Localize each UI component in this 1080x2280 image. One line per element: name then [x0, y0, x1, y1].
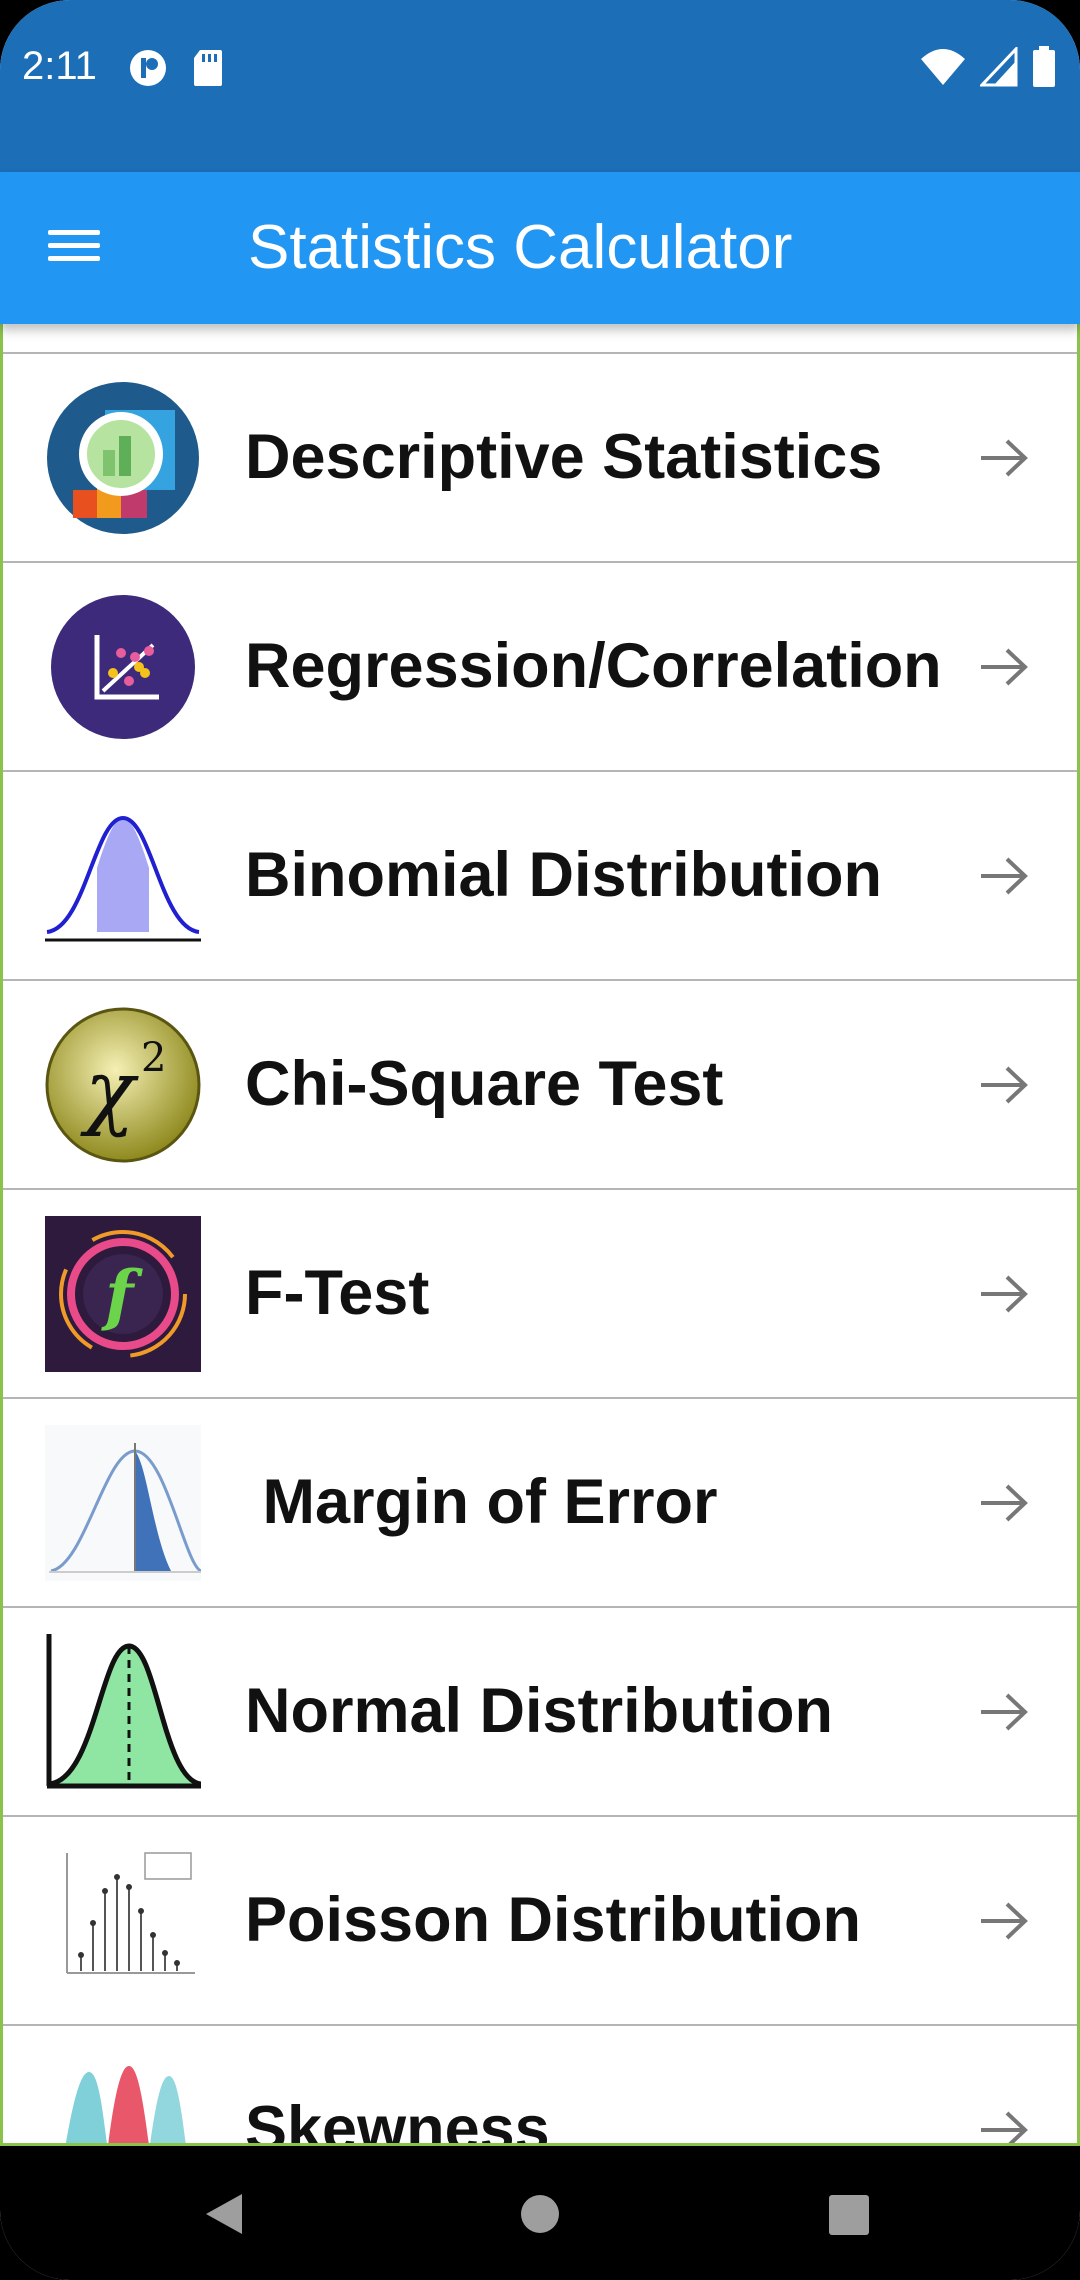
- arrow-right-icon: [981, 2111, 1028, 2143]
- notification-app-icon: [130, 50, 166, 86]
- calculator-list[interactable]: Descriptive Statistics Regression/Correl…: [0, 324, 1080, 2146]
- margin-of-error-icon: [45, 1425, 201, 1581]
- arrow-right-icon: [981, 1902, 1028, 1940]
- cell-signal-icon: [980, 47, 1018, 87]
- binomial-distribution-icon: [45, 815, 201, 942]
- phone-screen: 2:11 Statistics Calculator Descriptive S…: [0, 0, 1080, 2280]
- arrow-right-icon: [981, 439, 1028, 477]
- list-item-chi-square-test[interactable]: χ 2 Chi-Square Test: [3, 979, 1077, 1188]
- chi-square-icon: χ 2: [45, 1007, 201, 1163]
- svg-text:2: 2: [141, 1035, 166, 1081]
- wifi-icon: [921, 49, 965, 85]
- list-item-skewness[interactable]: Skewness: [3, 2024, 1077, 2146]
- list-item-binomial-distribution[interactable]: Binomial Distribution: [3, 770, 1077, 979]
- arrow-right-icon: [981, 648, 1028, 686]
- list-item-label: Chi-Square Test: [245, 1049, 724, 1119]
- list-item-label: Skewness: [245, 2094, 550, 2146]
- status-bar: 2:11: [0, 0, 1080, 172]
- status-time: 2:11: [22, 44, 97, 88]
- list-item-regression-correlation[interactable]: Regression/Correlation: [3, 561, 1077, 770]
- poisson-distribution-icon: [45, 1843, 201, 1999]
- hamburger-menu-icon[interactable]: [48, 222, 104, 274]
- list-item-label: F-Test: [245, 1258, 430, 1328]
- arrow-right-icon: [981, 1484, 1028, 1522]
- descriptive-statistics-icon: [47, 382, 199, 534]
- skewness-icon: [66, 2066, 186, 2143]
- arrow-right-icon: [981, 1066, 1028, 1104]
- page-title: Statistics Calculator: [248, 213, 793, 282]
- sd-card-icon: [194, 50, 222, 86]
- list-item-descriptive-statistics[interactable]: Descriptive Statistics: [3, 352, 1077, 561]
- regression-correlation-icon: [51, 595, 195, 739]
- list-item-normal-distribution[interactable]: Normal Distribution: [3, 1606, 1077, 1815]
- arrow-right-icon: [981, 1693, 1028, 1731]
- list-item-poisson-distribution[interactable]: Poisson Distribution: [3, 1815, 1077, 2024]
- battery-icon: [1033, 46, 1055, 87]
- list-item-margin-of-error[interactable]: Margin of Error: [3, 1397, 1077, 1606]
- arrow-right-icon: [981, 857, 1028, 895]
- list-item-label: Poisson Distribution: [245, 1885, 862, 1955]
- recents-icon[interactable]: [828, 2194, 870, 2236]
- list-item-label: Binomial Distribution: [245, 840, 882, 910]
- svg-text:χ: χ: [80, 1044, 139, 1139]
- f-test-icon: f: [45, 1216, 201, 1372]
- normal-distribution-icon: [46, 1634, 201, 1789]
- list-item-label: Descriptive Statistics: [245, 422, 883, 492]
- list-item-label: Margin of Error: [245, 1467, 718, 1537]
- arrow-right-icon: [981, 1275, 1028, 1313]
- home-icon[interactable]: [520, 2194, 560, 2234]
- list-item-label: Normal Distribution: [245, 1676, 834, 1746]
- list-item-label: Regression/Correlation: [245, 631, 942, 701]
- back-icon[interactable]: [204, 2192, 244, 2236]
- list-item-f-test[interactable]: f F-Test: [3, 1188, 1077, 1397]
- app-bar: Statistics Calculator: [0, 172, 1080, 324]
- system-nav-bar: [0, 2146, 1080, 2280]
